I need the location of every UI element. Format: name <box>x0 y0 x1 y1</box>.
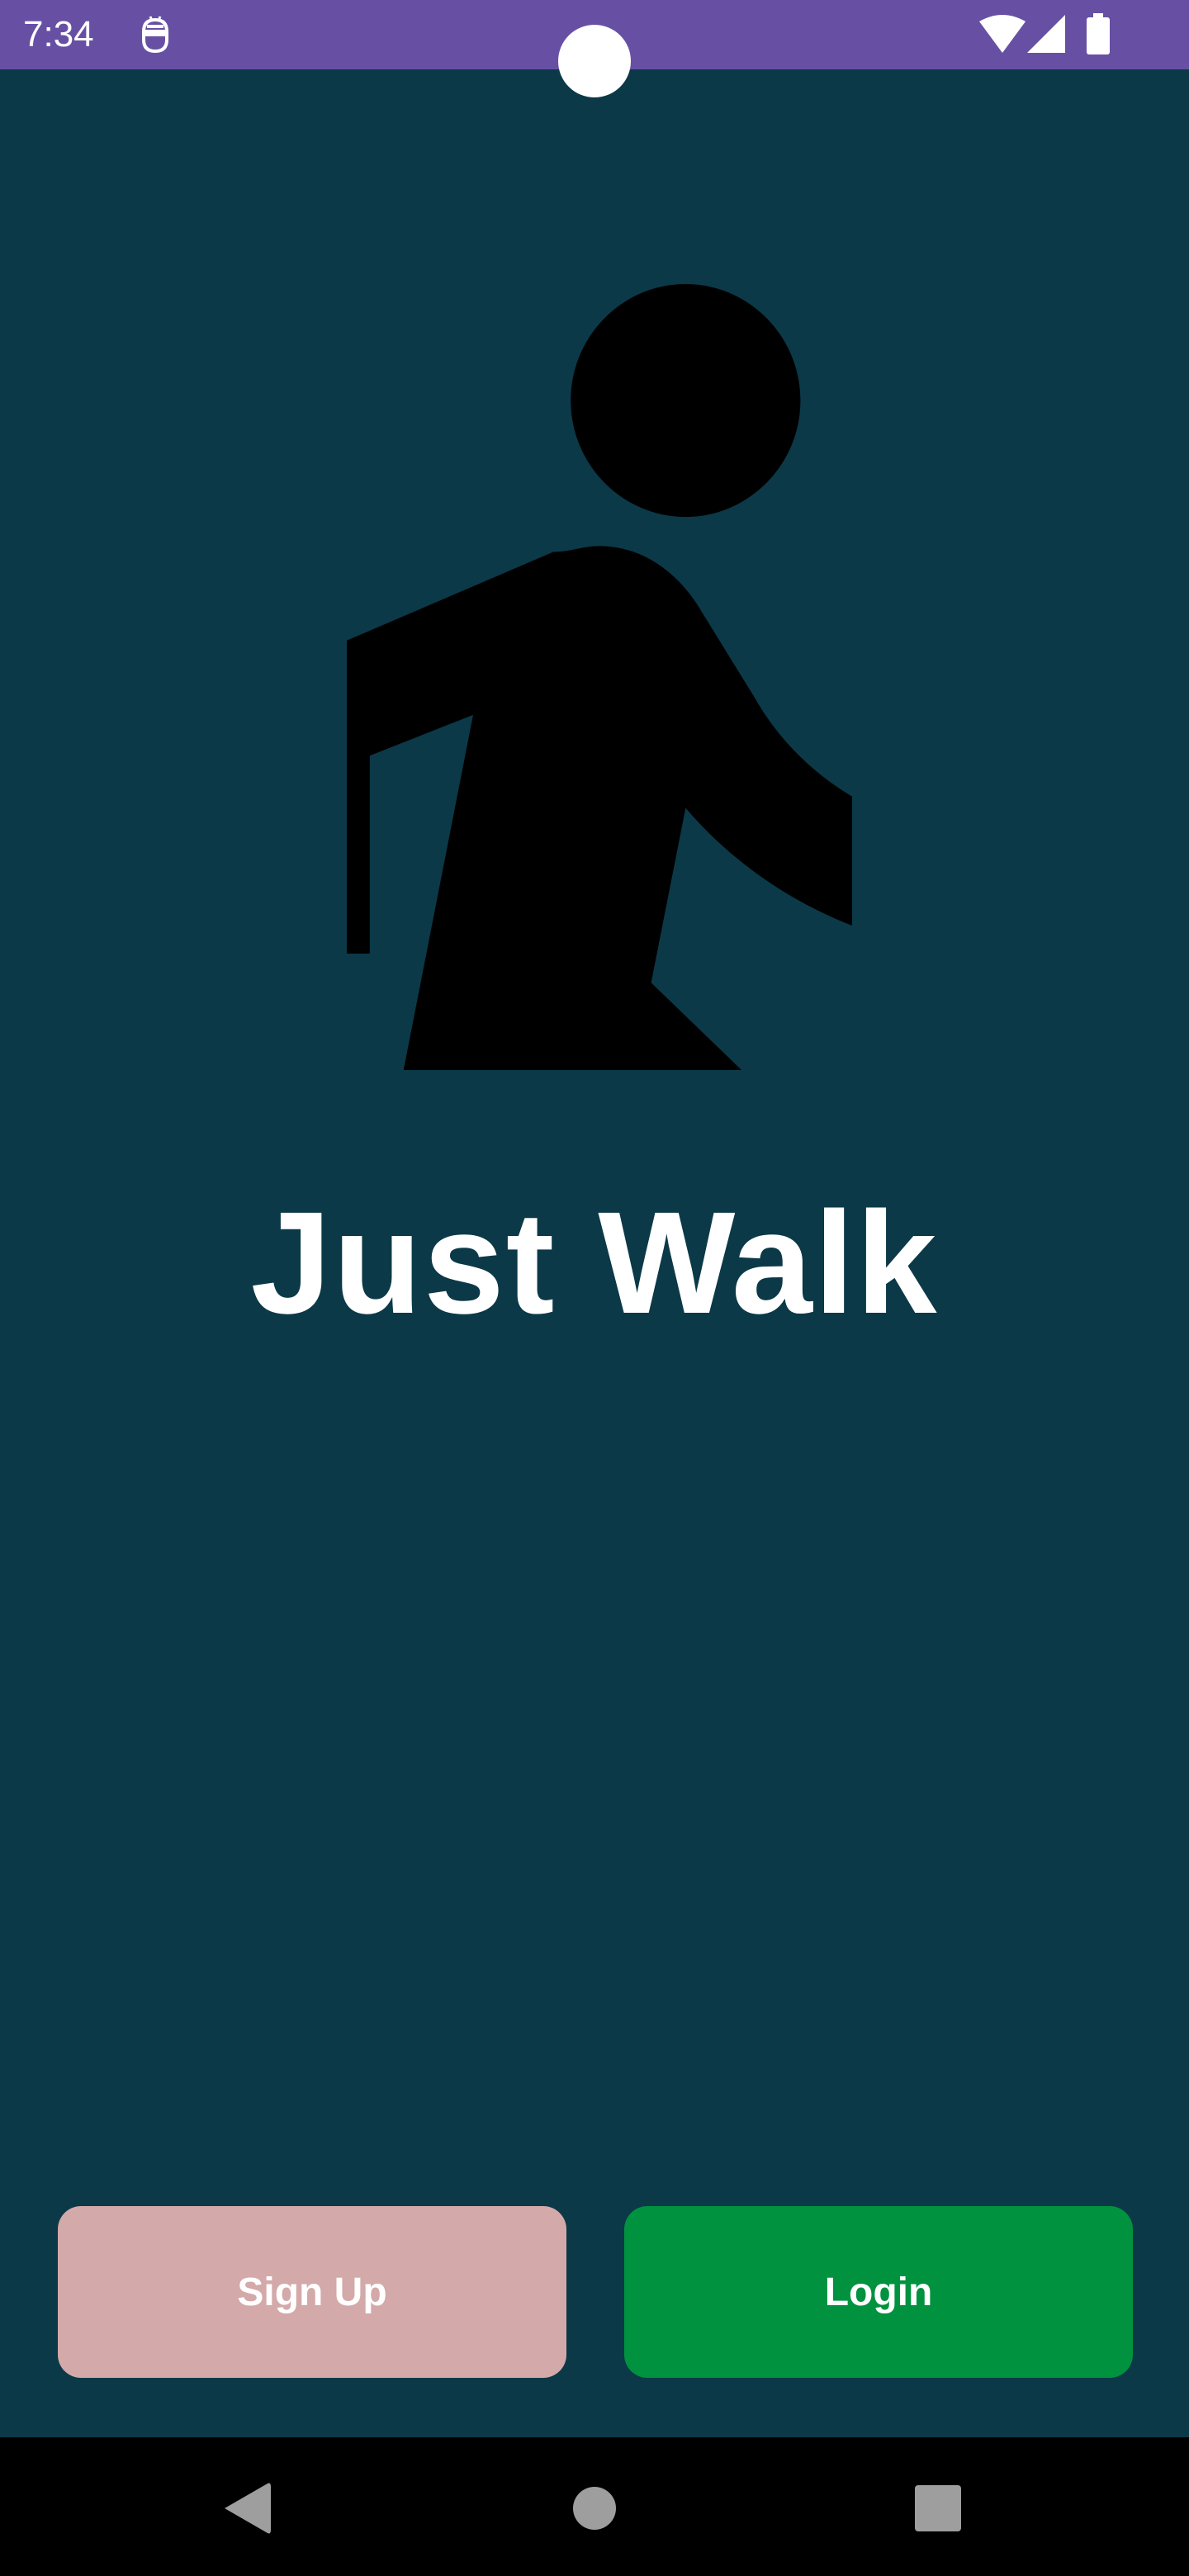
navigation-bar <box>0 2437 1189 2576</box>
sign-up-button[interactable]: Sign Up <box>58 2206 566 2378</box>
walking-person-icon <box>347 284 852 1070</box>
back-icon[interactable] <box>225 2482 271 2535</box>
app-title: Just Walk <box>250 1182 939 1344</box>
camera-cutout <box>558 25 631 97</box>
home-icon[interactable] <box>573 2487 616 2530</box>
app-notification-icon <box>141 16 169 54</box>
wifi-icon <box>979 15 1026 53</box>
signal-icon <box>1027 15 1065 53</box>
status-bar: 7:34 <box>0 0 1189 97</box>
recents-icon[interactable] <box>915 2485 961 2531</box>
battery-icon <box>1087 13 1110 54</box>
login-button[interactable]: Login <box>624 2206 1133 2378</box>
status-time: 7:34 <box>23 14 94 54</box>
